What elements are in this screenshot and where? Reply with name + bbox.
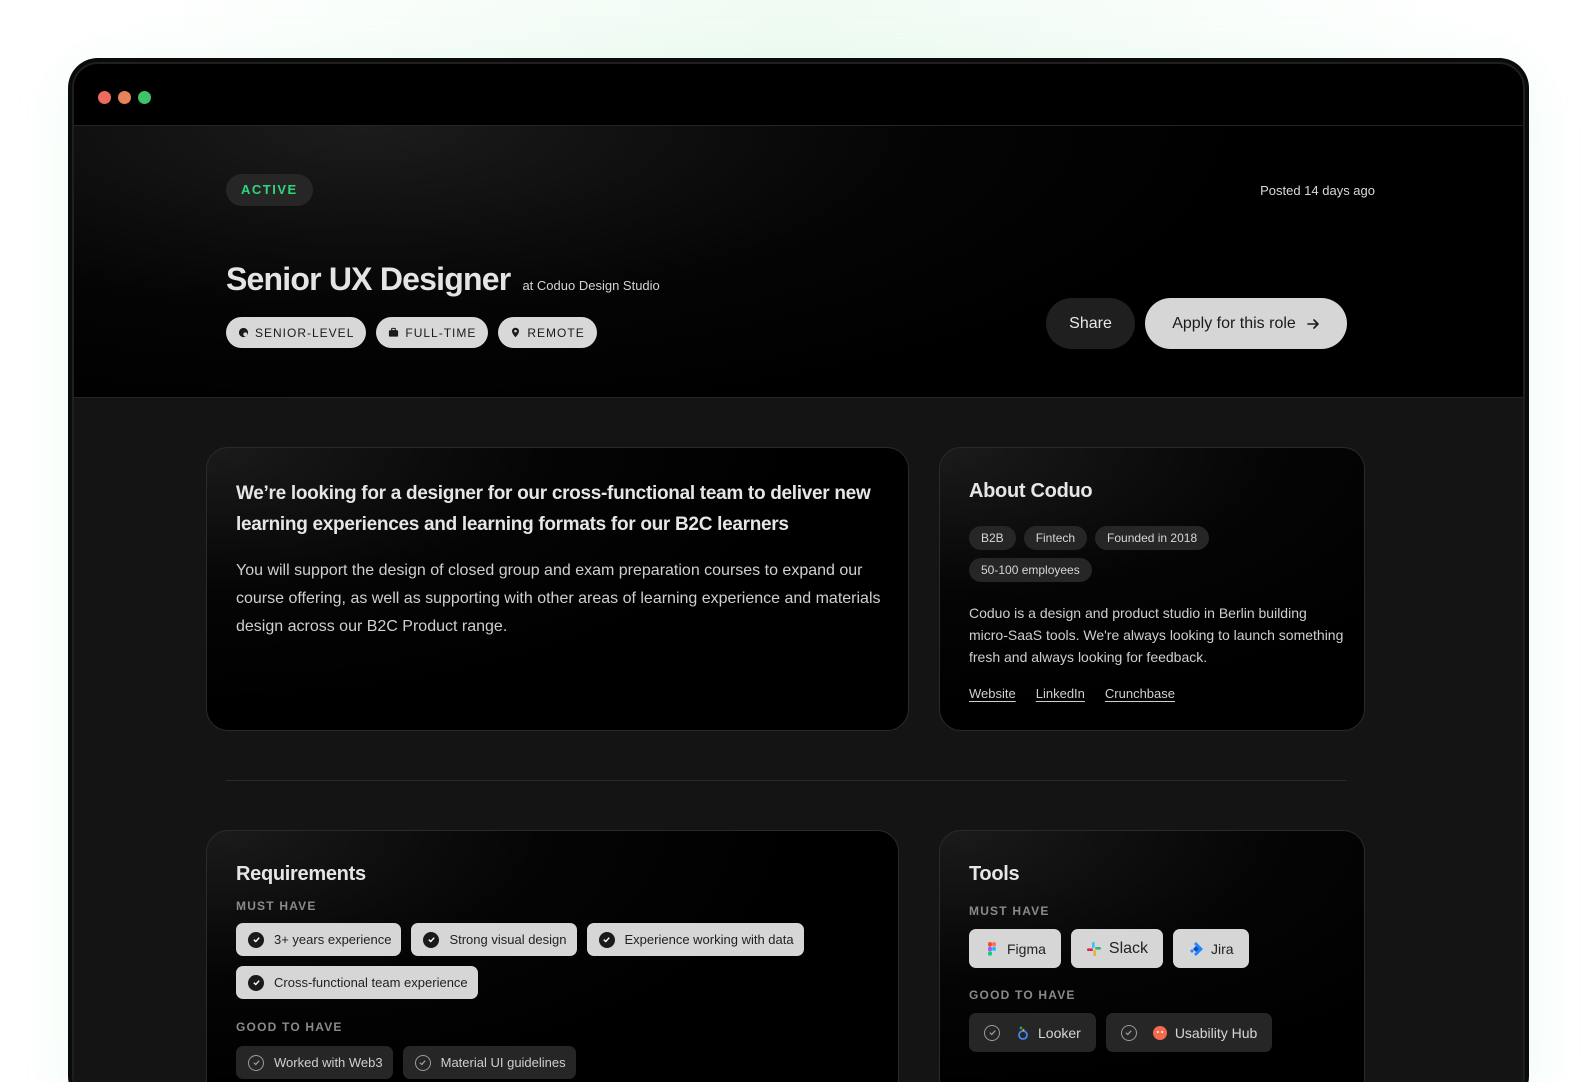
tools-title: Tools: [969, 863, 1020, 885]
must-have-label: MUST HAVE: [969, 904, 1050, 918]
tool-label: Jira: [1211, 940, 1234, 957]
crunchbase-link[interactable]: Crunchbase: [1105, 686, 1175, 701]
requirement-label: Experience working with data: [624, 932, 794, 947]
tool-looker: Looker: [969, 1013, 1096, 1052]
company-name: at Coduo Design Studio: [522, 278, 660, 293]
requirements-title: Requirements: [236, 863, 366, 885]
requirement-pill: Experience working with data: [586, 923, 804, 956]
page-title: Senior UX Designer at Coduo Design Studi…: [226, 261, 660, 298]
check-icon: [598, 931, 615, 948]
location-pin-icon: [512, 327, 520, 338]
good-to-have-label: GOOD TO HAVE: [236, 1020, 343, 1034]
share-button[interactable]: Share: [1046, 298, 1135, 349]
tools-card: Tools MUST HAVE Figma Slack Jira GOOD TO…: [939, 830, 1365, 1082]
company-links: Website LinkedIn Crunchbase: [969, 686, 1175, 701]
briefcase-icon: [389, 327, 399, 337]
tool-label: Figma: [1007, 940, 1046, 957]
requirements-card: Requirements MUST HAVE 3+ years experien…: [206, 830, 899, 1082]
looker-icon: [1018, 1026, 1028, 1040]
slack-icon: [1086, 941, 1101, 956]
good-to-have-tools: Looker Usability Hub: [969, 1013, 1273, 1052]
browser-window: ACTIVE Posted 14 days ago Senior UX Desi…: [72, 62, 1525, 1082]
about-description: Coduo is a design and product studio in …: [969, 605, 1344, 665]
company-tag: Fintech: [1023, 526, 1088, 550]
check-outline-icon: [248, 1054, 264, 1071]
requirement-pill: Cross-functional team experience: [236, 966, 478, 999]
check-outline-icon: [1120, 1024, 1137, 1041]
intro-body: You will support the design of closed gr…: [236, 562, 881, 635]
minimize-window-dot[interactable]: [118, 91, 131, 104]
chip-location: REMOTE: [498, 317, 597, 348]
company-tag: Founded in 2018: [1095, 526, 1210, 550]
jira-icon: [1190, 941, 1204, 956]
website-link[interactable]: Website: [969, 686, 1016, 701]
requirement-label: Worked with Web3: [274, 1055, 383, 1070]
arrow-right-icon: [1306, 318, 1319, 329]
requirement-pill: Worked with Web3: [236, 1046, 393, 1079]
apply-button[interactable]: Apply for this role: [1145, 298, 1347, 349]
company-tags: B2B Fintech Founded in 2018 50-100 emplo…: [969, 526, 1339, 582]
tool-slack: Slack: [1070, 929, 1164, 968]
job-intro-card: We’re looking for a designer for our cro…: [206, 447, 909, 731]
chip-label: FULL-TIME: [405, 325, 477, 340]
requirement-pill: Material UI guidelines: [402, 1046, 576, 1079]
tool-label: Usability Hub: [1174, 1024, 1258, 1041]
company-tag: 50-100 employees: [969, 558, 1092, 582]
tool-figma: Figma: [969, 929, 1061, 968]
requirement-label: Strong visual design: [449, 932, 567, 947]
level-icon: [238, 327, 249, 338]
must-have-label: MUST HAVE: [236, 899, 317, 913]
job-content: We’re looking for a designer for our cro…: [74, 398, 1523, 1082]
job-attribute-chips: SENIOR-LEVEL FULL-TIME REMOTE: [226, 317, 597, 348]
tool-label: Slack: [1108, 939, 1149, 957]
tool-usability-hub: Usability Hub: [1105, 1013, 1273, 1052]
window-titlebar: [74, 64, 1523, 126]
figma-icon: [988, 941, 996, 956]
tool-label: Looker: [1038, 1024, 1081, 1041]
requirement-label: Cross-functional team experience: [274, 975, 468, 990]
requirement-label: Material UI guidelines: [440, 1055, 566, 1070]
about-company-card: About Coduo B2B Fintech Founded in 2018 …: [939, 447, 1365, 731]
check-icon: [423, 931, 440, 948]
requirement-pill: Strong visual design: [411, 923, 577, 956]
about-title: About Coduo: [969, 480, 1093, 502]
intro-heading: We’re looking for a designer for our cro…: [236, 483, 871, 535]
company-tag: B2B: [969, 526, 1016, 550]
check-outline-icon: [984, 1024, 1000, 1041]
good-to-have-requirements: Worked with Web3 Material UI guidelines: [236, 1046, 576, 1079]
linkedin-link[interactable]: LinkedIn: [1036, 686, 1085, 701]
must-have-requirements: 3+ years experience Strong visual design…: [236, 923, 876, 999]
job-title-text: Senior UX Designer: [226, 261, 511, 297]
maximize-window-dot[interactable]: [138, 91, 151, 104]
tool-jira: Jira: [1173, 929, 1249, 968]
chip-label: REMOTE: [527, 325, 585, 340]
check-icon: [248, 931, 264, 948]
section-divider: [226, 780, 1346, 781]
usability-hub-icon: [1152, 1025, 1167, 1040]
posted-date: Posted 14 days ago: [1260, 183, 1375, 198]
check-outline-icon: [414, 1054, 431, 1071]
check-icon: [248, 974, 264, 991]
chip-employment-type: FULL-TIME: [376, 317, 489, 348]
status-badge: ACTIVE: [226, 174, 313, 206]
chip-seniority: SENIOR-LEVEL: [226, 317, 367, 348]
chip-label: SENIOR-LEVEL: [255, 325, 355, 340]
good-to-have-label: GOOD TO HAVE: [969, 988, 1076, 1002]
job-header: ACTIVE Posted 14 days ago Senior UX Desi…: [74, 126, 1523, 398]
requirement-pill: 3+ years experience: [236, 923, 402, 956]
must-have-tools: Figma Slack Jira: [969, 929, 1249, 968]
apply-button-label: Apply for this role: [1172, 314, 1296, 332]
close-window-dot[interactable]: [98, 91, 111, 104]
requirement-label: 3+ years experience: [274, 932, 392, 947]
